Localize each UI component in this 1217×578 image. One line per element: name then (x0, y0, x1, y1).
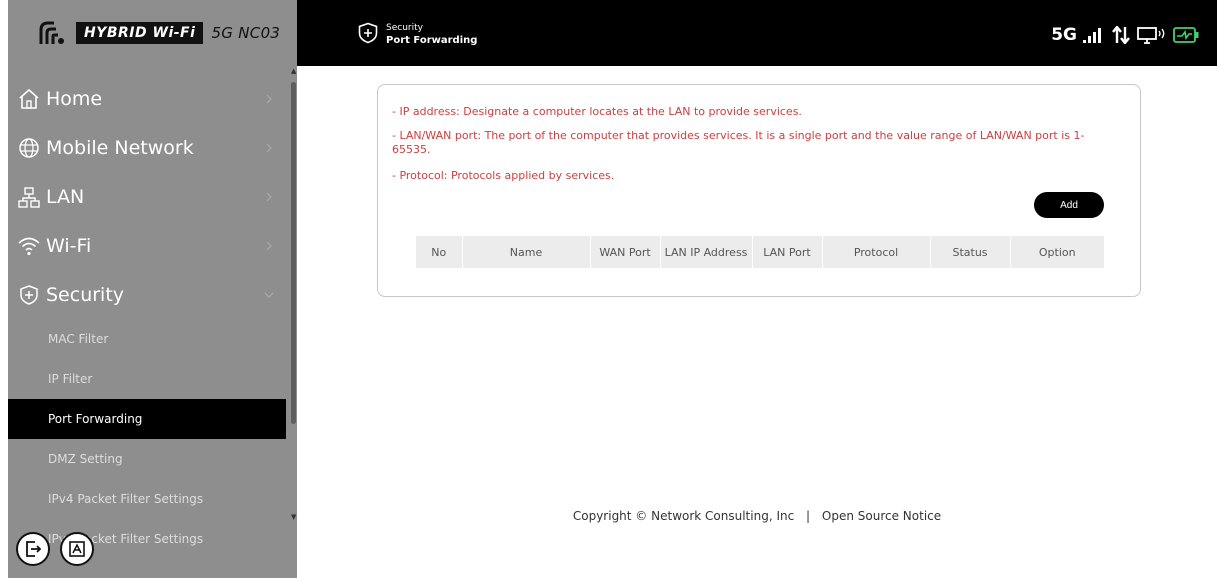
column-header-wan-port: WAN Port (590, 236, 661, 268)
sidebar: HYBRID Wi-Fi 5G NC03 Home Mobile Network… (8, 0, 297, 578)
open-source-notice-link[interactable]: Open Source Notice (822, 509, 941, 523)
chevron-right-icon (266, 192, 272, 201)
column-header-status: Status (930, 236, 1011, 268)
sidebar-item-wifi[interactable]: Wi-Fi (8, 221, 286, 270)
brand-logo: HYBRID Wi-Fi 5G NC03 (8, 0, 297, 66)
top-header: Security Port Forwarding 5G (297, 0, 1217, 66)
sidebar-item-label: Mobile Network (46, 136, 194, 159)
brand-badge: HYBRID Wi-Fi (76, 22, 204, 44)
port-forwarding-panel: - IP address: Designate a computer locat… (377, 84, 1141, 297)
battery-charging-icon (1173, 27, 1199, 43)
sidebar-item-lan[interactable]: LAN (8, 172, 286, 221)
status-bar: 5G (1051, 25, 1199, 45)
lan-icon (18, 186, 40, 208)
column-header-protocol: Protocol (822, 236, 931, 268)
data-transfer-icon (1112, 26, 1130, 44)
copyright-text: Copyright © Network Consulting, Inc (572, 509, 795, 523)
network-type-label: 5G (1051, 25, 1077, 45)
globe-icon (19, 137, 39, 158)
sidebar-subitem-ipv4-packet-filter[interactable]: IPv4 Packet Filter Settings (8, 479, 286, 519)
port-forwarding-table: No Name WAN Port LAN IP Address LAN Port… (416, 236, 1104, 268)
sidebar-subitem-port-forwarding[interactable]: Port Forwarding (8, 399, 286, 439)
language-button[interactable] (60, 532, 94, 566)
column-header-lan-port: LAN Port (752, 236, 823, 268)
column-header-name: Name (462, 236, 591, 268)
footer-separator: | (806, 509, 811, 523)
sidebar-item-security[interactable]: Security (8, 270, 286, 319)
column-header-option: Option (1038, 245, 1076, 259)
sidebar-subitem-ip-filter[interactable]: IP Filter (8, 359, 286, 399)
page-footer: Copyright © Network Consulting, Inc | Op… (297, 509, 1217, 523)
wifi-icon (18, 237, 40, 255)
sidebar-subitem-mac-filter[interactable]: MAC Filter (8, 319, 286, 359)
sidebar-item-label: Wi-Fi (46, 234, 92, 257)
breadcrumb-section: Security (386, 23, 423, 33)
column-header-lan-ip-address: LAN IP Address (660, 236, 753, 268)
page-title: Port Forwarding (386, 35, 478, 46)
sidebar-item-label: Security (46, 283, 125, 306)
connected-device-icon (1137, 27, 1165, 44)
sidebar-item-label: Home (46, 87, 103, 110)
logout-button[interactable] (16, 532, 50, 566)
shield-plus-icon (358, 22, 378, 44)
sidebar-subitem-dmz-setting[interactable]: DMZ Setting (8, 439, 286, 479)
signal-bars-icon (1083, 28, 1101, 43)
note-lan-wan-port: - LAN/WAN port: The port of the computer… (392, 129, 1085, 156)
chevron-right-icon (266, 241, 272, 250)
chevron-down-icon (264, 292, 274, 298)
sidebar-item-home[interactable]: Home (8, 74, 286, 123)
note-protocol: - Protocol: Protocols applied by service… (392, 169, 615, 182)
sidebar-bottom-actions (16, 532, 94, 566)
column-header-no: No (416, 236, 463, 268)
language-icon (69, 541, 85, 557)
chevron-right-icon (266, 143, 272, 152)
sidebar-menu: Home Mobile Network LAN Wi-Fi Security M… (8, 74, 286, 559)
table-header-row: No Name WAN Port LAN IP Address LAN Port… (416, 236, 1104, 268)
home-icon (19, 88, 39, 109)
app-root: HYBRID Wi-Fi 5G NC03 Home Mobile Network… (0, 0, 1217, 578)
note-ip-address: - IP address: Designate a computer locat… (392, 105, 802, 118)
chevron-right-icon (266, 94, 272, 103)
shield-plus-icon (20, 284, 38, 305)
scroll-up-arrow[interactable]: ▲ (291, 68, 297, 75)
add-button[interactable]: Add (1034, 192, 1104, 218)
sidebar-scrollbar-thumb[interactable] (291, 82, 296, 424)
brand-model: 5G NC03 (211, 24, 281, 42)
sidebar-item-mobile-network[interactable]: Mobile Network (8, 123, 286, 172)
logout-icon (26, 541, 42, 557)
brand-mark-icon (39, 21, 64, 44)
sidebar-item-label: LAN (46, 185, 85, 208)
